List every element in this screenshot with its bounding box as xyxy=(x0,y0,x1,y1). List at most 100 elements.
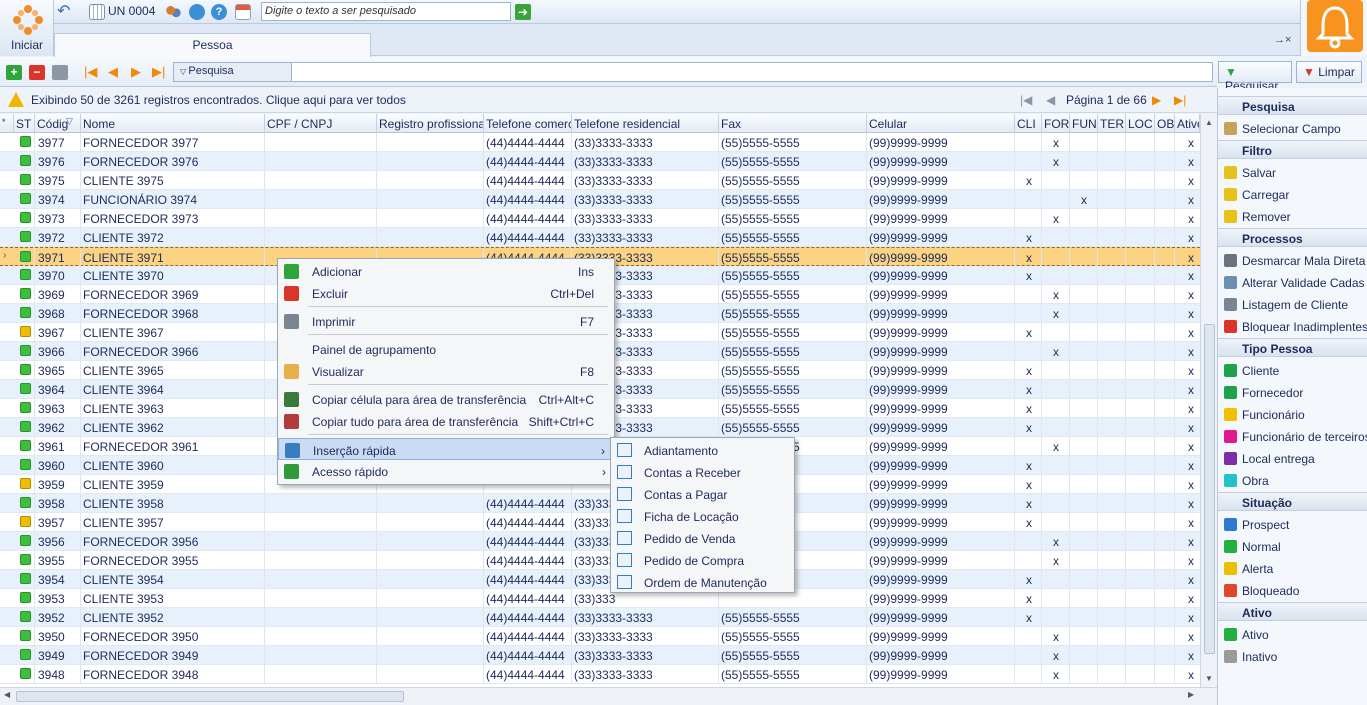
scroll-left-icon[interactable]: ◀ xyxy=(4,690,10,699)
table-row[interactable]: 3953 CLIENTE 3953 (44)4444-4444 (33)333 (99)… xyxy=(0,589,1200,608)
column-header-tr[interactable]: Telefone residencial xyxy=(572,114,719,133)
calendar-icon[interactable] xyxy=(235,4,251,20)
help-icon[interactable]: ? xyxy=(211,4,227,20)
column-header-ativo[interactable]: Ativo xyxy=(1175,114,1200,133)
prev-page-icon[interactable]: ◀ xyxy=(108,64,118,80)
global-search-input[interactable]: Digite o texto a ser pesquisado xyxy=(261,2,511,21)
filter-bar[interactable]: ▽ Pesquisa xyxy=(173,62,1213,82)
column-header-fun[interactable]: FUN xyxy=(1070,114,1098,133)
table-row[interactable]: 3957 CLIENTE 3957 (44)4444-4444 (33)333 (99)… xyxy=(0,513,1200,532)
status-message[interactable]: Exibindo 50 de 3261 registros encontrado… xyxy=(31,93,406,107)
panel-item[interactable]: Cliente xyxy=(1218,360,1367,382)
column-header-fax[interactable]: Fax xyxy=(719,114,867,133)
table-row[interactable]: 3972 CLIENTE 3972 (44)4444-4444 (33)3333-33… xyxy=(0,228,1200,247)
submenu-item[interactable]: Contas a Receber xyxy=(611,461,794,483)
pager-first-icon[interactable]: |◀ xyxy=(1020,93,1032,107)
menu-item[interactable]: Inserção rápida › xyxy=(278,438,614,460)
panel-item[interactable]: Funcionário de terceiros xyxy=(1218,426,1367,448)
undo-icon[interactable]: ↶ xyxy=(57,4,73,20)
column-header-st[interactable]: ST xyxy=(14,114,35,133)
start-button[interactable]: Iniciar xyxy=(0,0,54,56)
table-row[interactable]: 3949 FORNECEDOR 3949 (44)4444-4444 (33)3333… xyxy=(0,646,1200,665)
tab-pessoa[interactable]: Pessoa xyxy=(54,33,371,57)
notifications-button[interactable] xyxy=(1300,0,1367,56)
unit-grid-icon[interactable] xyxy=(89,4,105,20)
panel-item[interactable]: Selecionar Campo xyxy=(1218,118,1367,140)
scroll-down-icon[interactable]: ▼ xyxy=(1205,674,1213,683)
clear-button[interactable]: ▼ Limpar xyxy=(1296,61,1362,83)
panel-item[interactable]: Bloquear Inadimplentes xyxy=(1218,316,1367,338)
panel-item[interactable]: Obra xyxy=(1218,470,1367,492)
column-header-for[interactable]: FOR xyxy=(1042,114,1070,133)
column-header-ter[interactable]: TER xyxy=(1098,114,1126,133)
panel-item[interactable]: Listagem de Cliente xyxy=(1218,294,1367,316)
submenu-item[interactable]: Ordem de Manutenção xyxy=(611,571,794,593)
remove-icon[interactable]: − xyxy=(29,65,45,80)
scroll-right-icon[interactable]: ▶ xyxy=(1188,690,1194,699)
menu-item[interactable]: Acesso rápido › xyxy=(278,460,614,482)
table-row[interactable]: 3955 FORNECEDOR 3955 (44)4444-4444 (33)333(… xyxy=(0,551,1200,570)
horizontal-scrollbar[interactable]: ◀ ▶ xyxy=(0,687,1217,705)
column-header-tc[interactable]: Telefone comercial xyxy=(484,114,572,133)
pager-next-icon[interactable]: ▶ xyxy=(1152,93,1161,107)
pager-prev-icon[interactable]: ◀ xyxy=(1046,93,1055,107)
hscroll-thumb[interactable] xyxy=(16,691,404,702)
users-icon[interactable] xyxy=(165,4,181,20)
panel-item[interactable]: Salvar xyxy=(1218,162,1367,184)
menu-item[interactable]: Painel de agrupamento xyxy=(278,338,614,360)
table-row[interactable]: 3948 FORNECEDOR 3948 (44)4444-4444 (33)3333… xyxy=(0,665,1200,684)
column-header-cod[interactable]: Códig xyxy=(35,114,81,133)
panel-item[interactable]: Prospect xyxy=(1218,514,1367,536)
submenu-item[interactable]: Adiantamento xyxy=(611,439,794,461)
column-header-nome[interactable]: Nome xyxy=(81,114,265,133)
vertical-scrollbar[interactable]: ▲ ▼ xyxy=(1200,114,1217,687)
panel-item[interactable]: Funcionário xyxy=(1218,404,1367,426)
column-header-cli[interactable]: CLI xyxy=(1015,114,1042,133)
panel-item[interactable]: Alterar Validade Cadas xyxy=(1218,272,1367,294)
panel-item[interactable]: Bloqueado xyxy=(1218,580,1367,602)
menu-item[interactable]: Copiar tudo para área de transferência Sh… xyxy=(278,410,614,432)
column-header-reg[interactable]: Registro profissional xyxy=(377,114,484,133)
column-header-obr[interactable]: OBI xyxy=(1155,114,1175,133)
table-row[interactable]: 3974 FUNCIONÁRIO 3974 (44)4444-4444 (33)333… xyxy=(0,190,1200,209)
table-row[interactable]: 3977 FORNECEDOR 3977 (44)4444-4444 (33)3333… xyxy=(0,133,1200,152)
menu-item[interactable]: Imprimir F7 xyxy=(278,310,614,332)
submenu-item[interactable]: Contas a Pagar xyxy=(611,483,794,505)
menu-item[interactable]: Copiar célula para área de transferência… xyxy=(278,388,614,410)
submenu-item[interactable]: Ficha de Locação xyxy=(611,505,794,527)
menu-item[interactable]: Adicionar Ins xyxy=(278,260,614,282)
panel-item[interactable]: Desmarcar Mala Direta xyxy=(1218,250,1367,272)
sort-icon[interactable]: ▽ xyxy=(66,116,73,127)
table-row[interactable]: 3956 FORNECEDOR 3956 (44)4444-4444 (33)333(… xyxy=(0,532,1200,551)
search-button[interactable]: ▼ Pesquisar xyxy=(1218,61,1292,93)
add-icon[interactable]: + xyxy=(6,65,22,80)
panel-item[interactable]: Normal xyxy=(1218,536,1367,558)
panel-item[interactable]: Ativo xyxy=(1218,624,1367,646)
table-row[interactable]: 3975 CLIENTE 3975 (44)4444-4444 (33)3333-33… xyxy=(0,171,1200,190)
chat-icon[interactable] xyxy=(189,4,205,20)
menu-item[interactable]: Excluir Ctrl+Del xyxy=(278,282,614,304)
next-page-icon[interactable]: ▶ xyxy=(131,64,141,80)
filter-label[interactable]: ▽ Pesquisa xyxy=(174,63,292,81)
panel-item[interactable]: Fornecedor xyxy=(1218,382,1367,404)
scroll-up-icon[interactable]: ▲ xyxy=(1205,118,1213,127)
unit-label[interactable]: UN 0004 xyxy=(108,4,155,18)
last-page-icon[interactable]: ▶| xyxy=(152,64,165,80)
panel-item[interactable]: Inativo xyxy=(1218,646,1367,668)
menu-item[interactable]: Visualizar F8 xyxy=(278,360,614,382)
tab-controls[interactable]: →× xyxy=(1274,34,1291,46)
search-go-icon[interactable]: ➜ xyxy=(515,4,531,20)
table-row[interactable]: 3976 FORNECEDOR 3976 (44)4444-4444 (33)3333… xyxy=(0,152,1200,171)
panel-item[interactable]: Alerta xyxy=(1218,558,1367,580)
table-row[interactable]: 3958 CLIENTE 3958 (44)4444-4444 (33)333 (99)… xyxy=(0,494,1200,513)
column-header-loc[interactable]: LOC xyxy=(1126,114,1155,133)
table-row[interactable]: 3952 CLIENTE 3952 (44)4444-4444 (33)3333-33… xyxy=(0,608,1200,627)
first-page-icon[interactable]: |◀ xyxy=(84,64,97,80)
column-header-cel[interactable]: Celular xyxy=(867,114,1015,133)
submenu-item[interactable]: Pedido de Compra xyxy=(611,549,794,571)
table-row[interactable]: 3954 CLIENTE 3954 (44)4444-4444 (33)333 (99)… xyxy=(0,570,1200,589)
column-header-cpf[interactable]: CPF / CNPJ xyxy=(265,114,377,133)
select-all-icon[interactable]: * xyxy=(0,114,14,133)
table-row[interactable]: 3973 FORNECEDOR 3973 (44)4444-4444 (33)3333… xyxy=(0,209,1200,228)
pager-last-icon[interactable]: ▶| xyxy=(1174,93,1186,107)
